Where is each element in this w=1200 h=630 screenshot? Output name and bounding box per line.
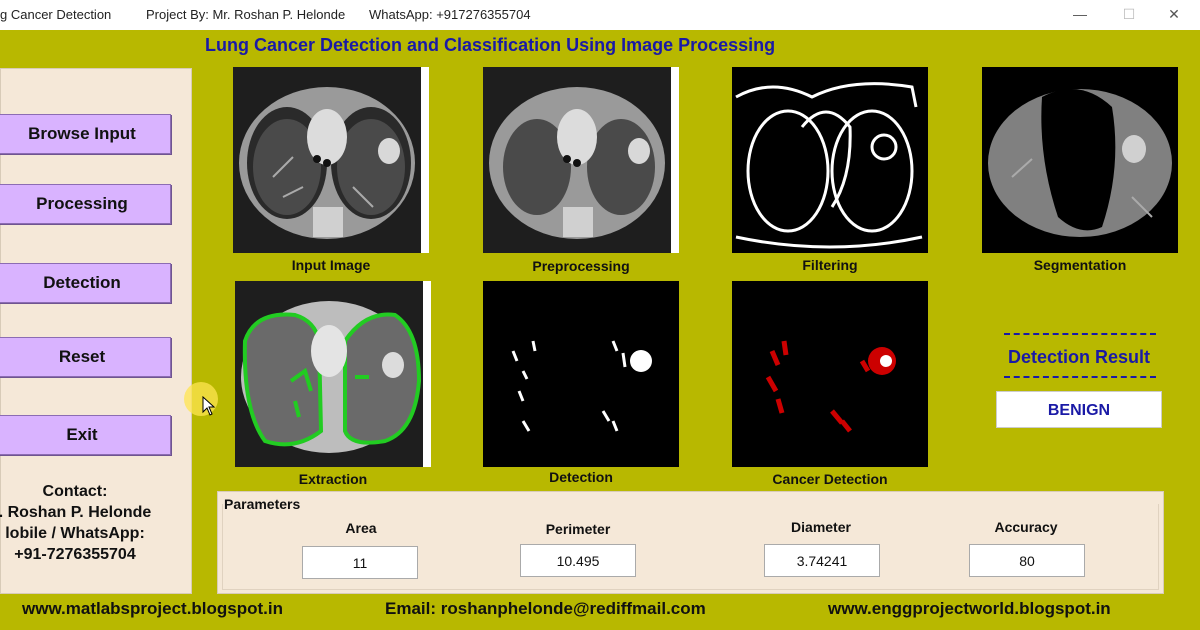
filtering-image xyxy=(732,67,928,253)
contact-heading: Contact: xyxy=(42,483,108,500)
input-image xyxy=(233,67,429,253)
caption-preprocessing: Preprocessing xyxy=(532,258,630,274)
diameter-label: Diameter xyxy=(791,519,851,535)
footer-blog: www.matlabsproject.blogspot.in xyxy=(22,599,284,618)
area-label: Area xyxy=(345,520,377,536)
window-title: g Cancer Detection xyxy=(0,7,112,22)
perimeter-field[interactable]: 10.495 xyxy=(520,544,636,577)
footer-site: www.enggprojectworld.blogspot.in xyxy=(828,599,1111,618)
result-divider-bottom xyxy=(1004,376,1156,378)
maximize-button[interactable]: ☐ xyxy=(1119,4,1139,24)
parameters-panel: Parameters Area 11 Perimeter 10.495 Diam… xyxy=(217,491,1164,594)
reset-button[interactable]: Reset xyxy=(0,337,171,377)
perimeter-label: Perimeter xyxy=(545,521,611,537)
whatsapp-text: WhatsApp: +917276355704 xyxy=(369,7,531,22)
extraction-image xyxy=(235,281,431,467)
contact-info: Contact: . Roshan P. Helonde lobile / Wh… xyxy=(0,481,189,565)
accuracy-label: Accuracy xyxy=(994,519,1058,535)
exit-button[interactable]: Exit xyxy=(0,415,171,455)
app-title: Lung Cancer Detection and Classification… xyxy=(205,35,776,55)
browse-input-button[interactable]: Browse Input xyxy=(0,114,171,154)
caption-segmentation: Segmentation xyxy=(1033,257,1127,273)
detection-result-label: Detection Result xyxy=(1007,347,1151,367)
contact-mobile-label: lobile / WhatsApp: xyxy=(5,525,145,542)
window-titlebar: g Cancer Detection Project By: Mr. Rosha… xyxy=(0,0,1200,30)
contact-name: . Roshan P. Helonde xyxy=(0,504,152,521)
control-panel: Browse Input Processing Detection Reset … xyxy=(0,68,192,594)
area-field[interactable]: 11 xyxy=(302,546,418,579)
detection-result-value: BENIGN xyxy=(996,391,1162,428)
caption-detection: Detection xyxy=(549,469,613,485)
mouse-cursor-icon xyxy=(202,396,216,416)
cancer-detection-image xyxy=(732,281,928,467)
preprocessing-image xyxy=(483,67,679,253)
footer-email: Email: roshanphelonde@rediffmail.com xyxy=(385,599,706,618)
accuracy-field[interactable]: 80 xyxy=(969,544,1085,577)
contact-phone: +91-7276355704 xyxy=(14,546,136,563)
caption-extraction: Extraction xyxy=(298,471,368,487)
project-by-text: Project By: Mr. Roshan P. Helonde xyxy=(146,7,346,22)
result-divider-top xyxy=(1004,333,1156,335)
detection-button[interactable]: Detection xyxy=(0,263,171,303)
processing-button[interactable]: Processing xyxy=(0,184,171,224)
caption-cancer-detection: Cancer Detection xyxy=(772,471,888,487)
caption-input-image: Input Image xyxy=(291,257,371,273)
segmentation-image xyxy=(982,67,1178,253)
caption-filtering: Filtering xyxy=(802,257,858,273)
minimize-button[interactable]: — xyxy=(1070,4,1090,24)
close-button[interactable]: ✕ xyxy=(1164,4,1184,24)
diameter-field[interactable]: 3.74241 xyxy=(764,544,880,577)
detection-image xyxy=(483,281,679,467)
parameters-legend: Parameters xyxy=(224,496,301,512)
